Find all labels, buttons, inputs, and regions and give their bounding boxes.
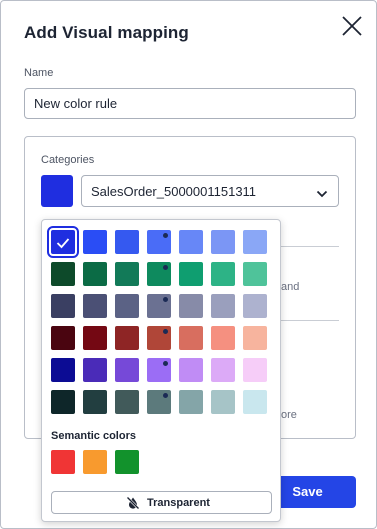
color-picker-popover: Semantic colors Transparent (41, 219, 281, 522)
color-swatch[interactable] (179, 390, 203, 414)
color-swatch[interactable] (211, 262, 235, 286)
color-swatch[interactable] (243, 262, 267, 286)
color-swatch[interactable] (83, 262, 107, 286)
close-icon[interactable] (341, 15, 363, 37)
name-input[interactable] (24, 88, 356, 119)
color-swatch[interactable] (83, 390, 107, 414)
used-color-indicator (163, 233, 168, 238)
color-swatch[interactable] (83, 230, 107, 254)
background-text: ore (281, 409, 297, 421)
color-swatch[interactable] (243, 390, 267, 414)
color-swatch[interactable] (115, 326, 139, 350)
used-color-indicator (163, 361, 168, 366)
color-swatch[interactable] (83, 326, 107, 350)
category-color-button[interactable] (41, 175, 73, 207)
no-fill-icon (126, 496, 140, 510)
color-swatch[interactable] (51, 358, 75, 382)
checkmark-icon (56, 236, 70, 249)
color-swatch[interactable] (243, 230, 267, 254)
color-swatch[interactable] (211, 358, 235, 382)
divider (281, 246, 339, 247)
color-swatch[interactable] (211, 230, 235, 254)
category-select[interactable]: SalesOrder_5000001151311 (81, 175, 339, 207)
color-swatch[interactable] (115, 390, 139, 414)
color-swatch[interactable] (47, 226, 79, 258)
color-swatch[interactable] (115, 358, 139, 382)
color-swatch[interactable] (179, 262, 203, 286)
chevron-down-icon (316, 186, 328, 198)
color-swatch[interactable] (51, 326, 75, 350)
divider (281, 320, 339, 321)
semantic-color-swatch[interactable] (51, 450, 75, 474)
color-swatch[interactable] (243, 294, 267, 318)
color-swatch[interactable] (179, 294, 203, 318)
add-visual-mapping-dialog: Add Visual mapping Name Categories Sales… (0, 0, 377, 529)
categories-label: Categories (41, 154, 95, 166)
background-text: and (281, 281, 300, 293)
color-swatch[interactable] (147, 390, 171, 414)
color-swatch[interactable] (51, 294, 75, 318)
semantic-colors-label: Semantic colors (51, 430, 136, 442)
color-swatch[interactable] (115, 262, 139, 286)
color-swatch[interactable] (51, 390, 75, 414)
color-swatch[interactable] (51, 262, 75, 286)
used-color-indicator (163, 329, 168, 334)
used-color-indicator (163, 265, 168, 270)
semantic-color-swatch[interactable] (115, 450, 139, 474)
color-swatch[interactable] (83, 358, 107, 382)
color-swatch[interactable] (147, 294, 171, 318)
color-swatch[interactable] (211, 326, 235, 350)
transparent-label: Transparent (147, 497, 210, 509)
dialog-title: Add Visual mapping (24, 23, 189, 42)
color-swatch[interactable] (179, 358, 203, 382)
color-swatch[interactable] (179, 326, 203, 350)
color-swatch[interactable] (243, 358, 267, 382)
color-swatch[interactable] (147, 230, 171, 254)
color-swatch[interactable] (147, 262, 171, 286)
used-color-indicator (163, 393, 168, 398)
transparent-button[interactable]: Transparent (51, 491, 272, 514)
name-label: Name (24, 67, 54, 79)
category-select-value: SalesOrder_5000001151311 (91, 184, 257, 199)
semantic-color-swatch[interactable] (83, 450, 107, 474)
color-swatch[interactable] (83, 294, 107, 318)
used-color-indicator (163, 297, 168, 302)
color-swatch[interactable] (147, 326, 171, 350)
color-swatch[interactable] (179, 230, 203, 254)
color-swatch[interactable] (211, 390, 235, 414)
color-swatch[interactable] (115, 294, 139, 318)
color-swatch[interactable] (147, 358, 171, 382)
color-swatch[interactable] (211, 294, 235, 318)
color-swatch[interactable] (243, 326, 267, 350)
color-swatch[interactable] (115, 230, 139, 254)
